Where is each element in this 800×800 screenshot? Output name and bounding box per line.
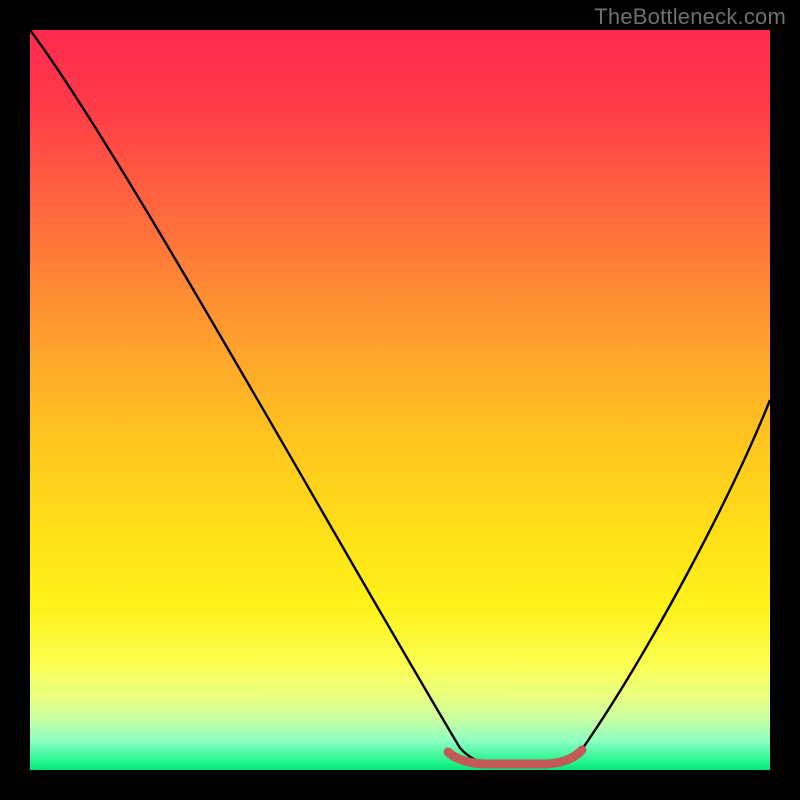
plot-area bbox=[30, 30, 770, 770]
severity-gradient bbox=[30, 30, 770, 770]
watermark-text: TheBottleneck.com bbox=[594, 4, 786, 30]
chart-frame: TheBottleneck.com bbox=[0, 0, 800, 800]
